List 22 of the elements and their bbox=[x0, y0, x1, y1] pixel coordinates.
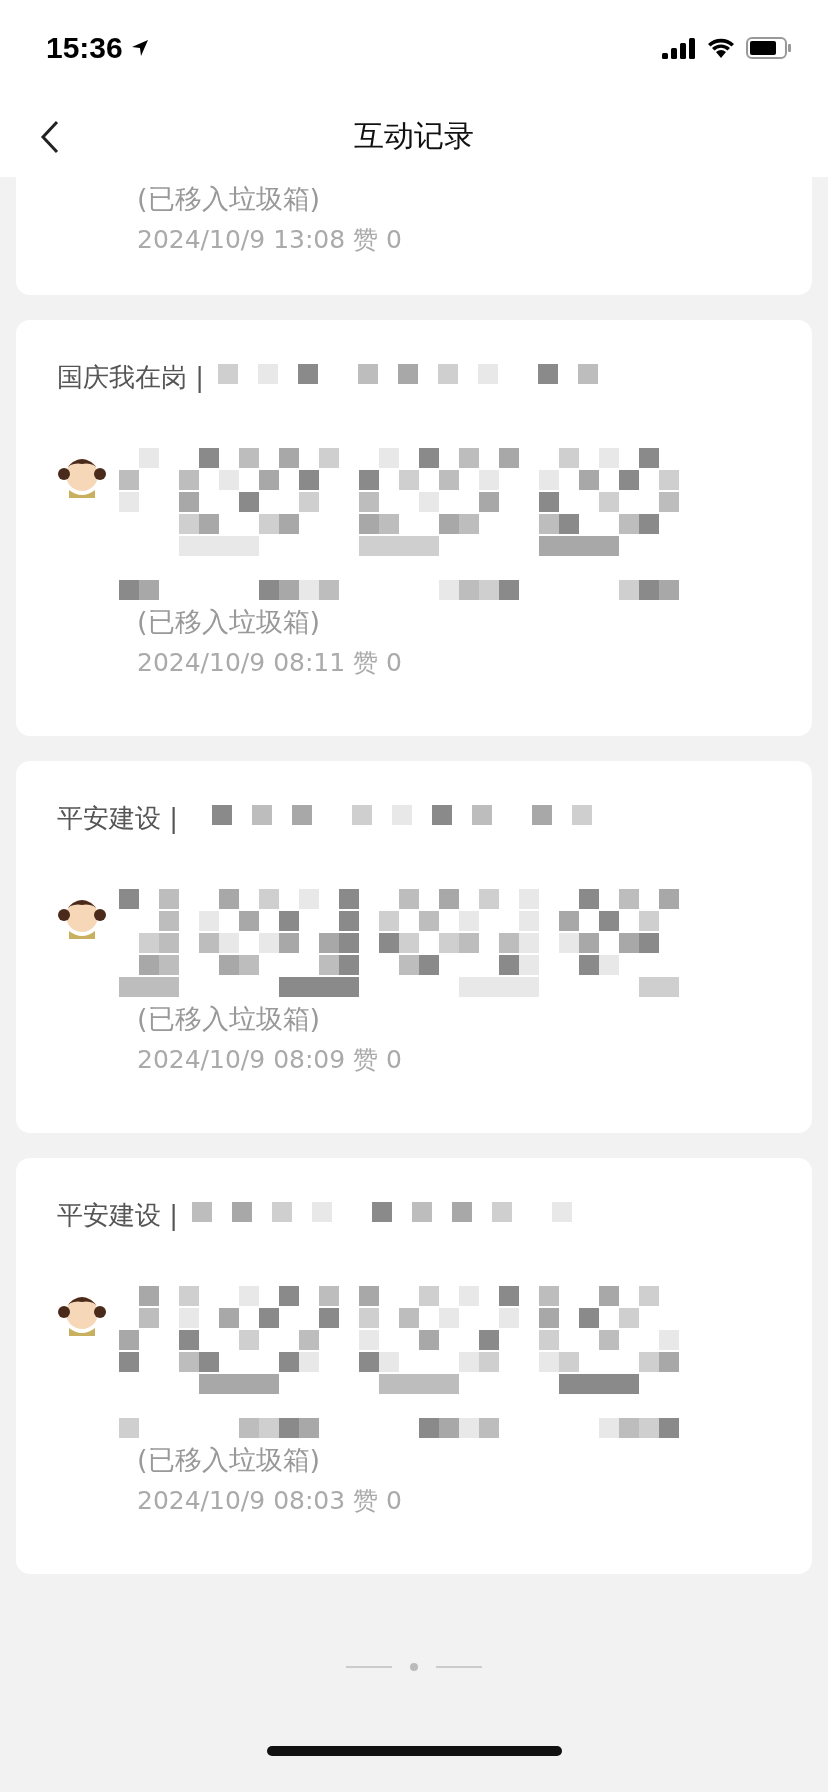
record-meta: 2024/10/9 13:08 赞 0 bbox=[137, 224, 403, 256]
wifi-icon bbox=[706, 37, 736, 59]
removed-note: (已移入垃圾箱) bbox=[137, 605, 322, 639]
removed-note: (已移入垃圾箱) bbox=[137, 1443, 322, 1477]
record-card[interactable]: 国庆我在岗 | (已移入垃圾箱) 2024/10/9 08:11 赞 0 bbox=[16, 320, 812, 736]
status-time: 15:36 bbox=[46, 31, 123, 65]
removed-note: (已移入垃圾箱) bbox=[137, 1002, 322, 1036]
removed-note: (已移入垃圾箱) bbox=[137, 182, 322, 216]
record-meta: 2024/10/9 08:09 赞 0 bbox=[137, 1044, 403, 1076]
record-topic: 平安建设 | bbox=[57, 802, 179, 835]
back-icon[interactable] bbox=[40, 120, 60, 154]
signal-icon bbox=[662, 37, 696, 59]
record-card[interactable]: 平安建设 | (已移入垃圾箱) 2024/10/9 08:09 赞 0 bbox=[16, 761, 812, 1133]
record-meta: 2024/10/9 08:11 赞 0 bbox=[137, 647, 403, 679]
page-indicator-icon bbox=[344, 1662, 484, 1672]
record-meta: 2024/10/9 08:03 赞 0 bbox=[137, 1485, 403, 1517]
page-title: 互动记录 bbox=[354, 117, 474, 155]
record-topic: 平安建设 | bbox=[57, 1199, 179, 1232]
record-topic: 国庆我在岗 | bbox=[57, 361, 205, 394]
record-card[interactable]: 平安建设 | (已移入垃圾箱) 2024/10/9 08:03 赞 0 bbox=[16, 1158, 812, 1574]
battery-icon bbox=[746, 37, 792, 59]
location-arrow-icon bbox=[130, 39, 149, 57]
